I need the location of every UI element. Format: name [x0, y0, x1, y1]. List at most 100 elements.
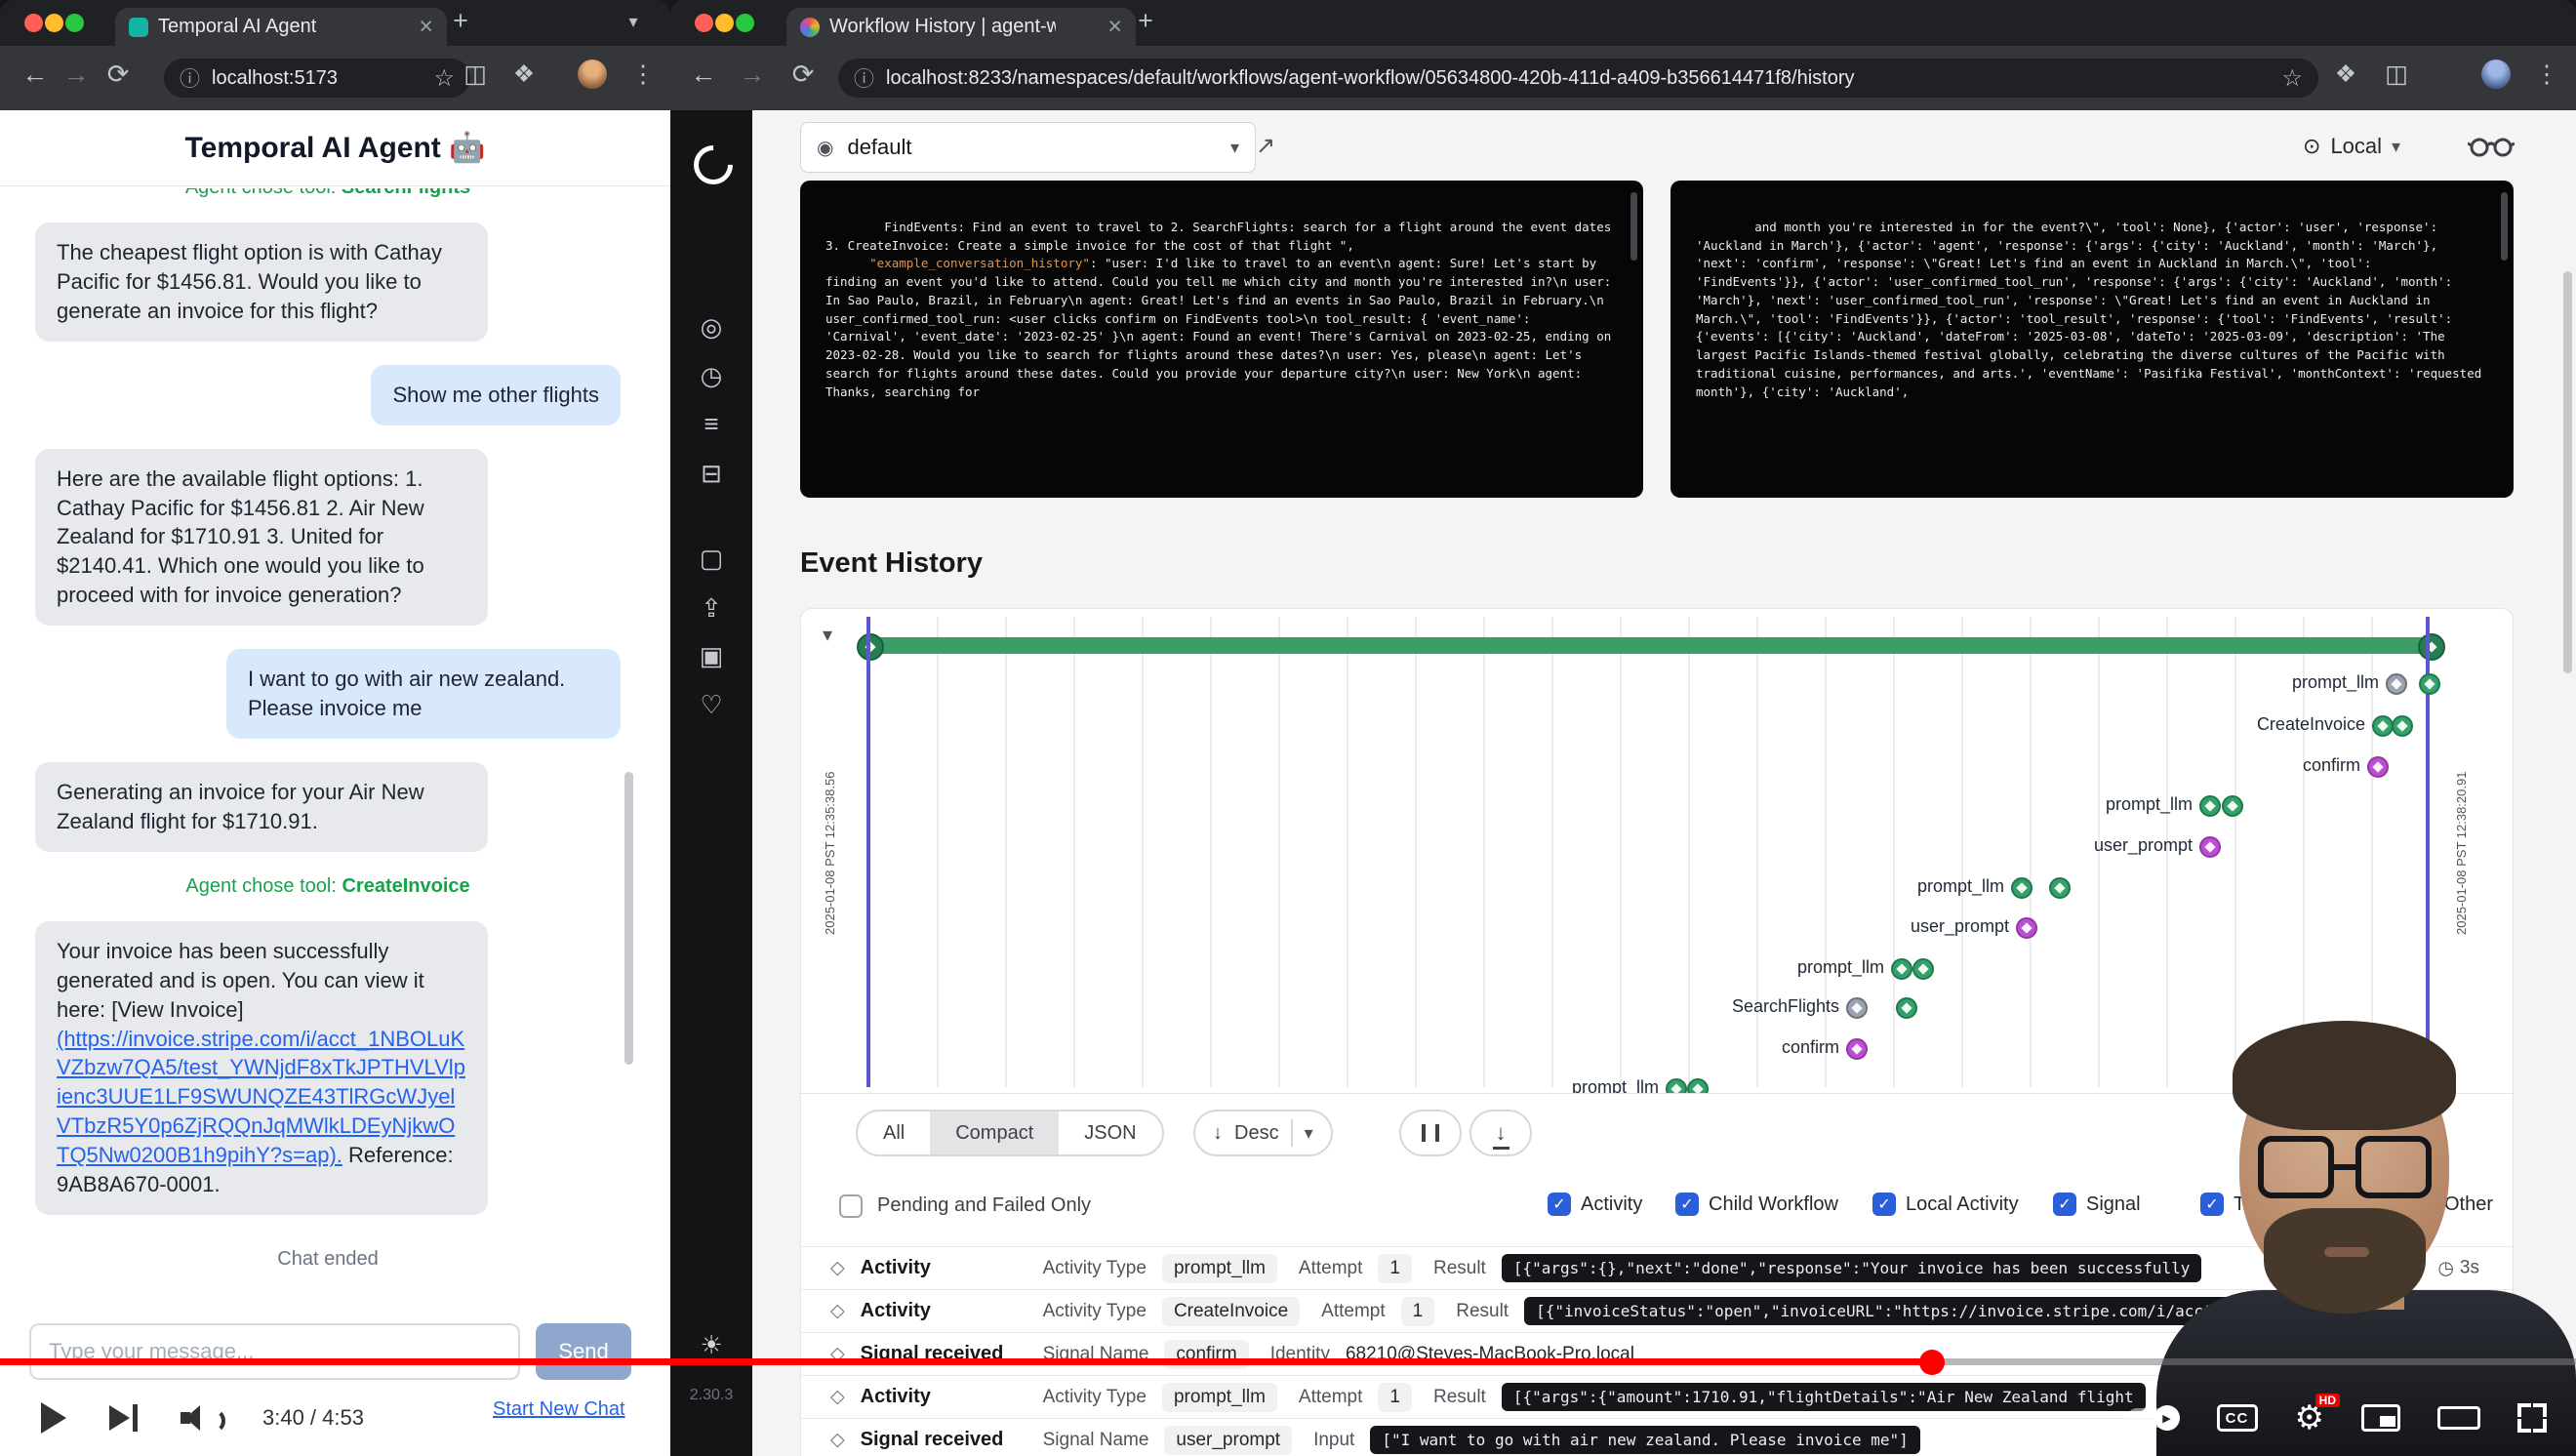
minimize-window-button[interactable] [45, 14, 63, 32]
timeline-event-marker[interactable] [1666, 1078, 1687, 1093]
timeline-event-marker[interactable] [1846, 1038, 1868, 1060]
timeline-event-marker[interactable] [2367, 756, 2389, 778]
send-button[interactable]: Send [536, 1323, 631, 1380]
reload-icon[interactable]: ⟳ [101, 60, 136, 90]
cluster-select[interactable]: ⊙ Local ▾ [2303, 122, 2400, 171]
checkbox-checked[interactable]: ✓ [1872, 1193, 1896, 1216]
timeline-event-marker[interactable] [2419, 673, 2440, 695]
open-namespace-icon[interactable]: ↗ [1256, 132, 1275, 160]
extensions-icon[interactable]: ❖ [2329, 60, 2362, 89]
download-history-button[interactable]: ↓ [1469, 1110, 1532, 1156]
address-bar[interactable]: ⓘ localhost:5173 ☆ [164, 59, 470, 98]
timeline-event-marker[interactable] [1896, 997, 1917, 1019]
archive-icon[interactable]: ⊟ [670, 459, 752, 489]
browser-tab[interactable]: Workflow History | agent-wor × [786, 8, 1136, 46]
event-type-filter[interactable]: ✓Activity [1548, 1193, 1642, 1216]
event-type-filter[interactable]: ✓Local Activity [1872, 1193, 2019, 1216]
start-new-chat-link[interactable]: Start New Chat [493, 1398, 625, 1421]
expand-row-icon[interactable]: ◇ [830, 1300, 845, 1322]
new-tab-button[interactable]: + [444, 6, 477, 36]
progress-scrubber[interactable] [1919, 1350, 1945, 1375]
autoplay-toggle[interactable]: ▶ [2127, 1408, 2180, 1428]
tab-close-icon[interactable]: × [419, 15, 433, 39]
page-scrollbar[interactable] [2563, 271, 2572, 673]
menu-kebab-icon[interactable]: ⋮ [626, 60, 660, 89]
timeline-event-marker[interactable] [2222, 795, 2243, 817]
site-info-icon[interactable]: ⓘ [854, 63, 874, 93]
close-window-button[interactable] [695, 14, 713, 32]
message-input[interactable] [29, 1323, 520, 1380]
image-icon[interactable]: ▣ [670, 641, 752, 671]
volume-icon[interactable] [181, 1403, 220, 1433]
address-bar[interactable]: ⓘ localhost:8233/namespaces/default/work… [838, 59, 2318, 98]
data-encoder-glasses-icon[interactable] [2468, 134, 2515, 164]
timeline-event-marker[interactable] [2049, 877, 2071, 899]
side-panel-icon[interactable]: ◫ [459, 60, 492, 89]
miniplayer-icon[interactable] [2361, 1404, 2400, 1432]
theater-mode-icon[interactable] [2437, 1406, 2480, 1430]
timeline-event-marker[interactable] [2386, 673, 2407, 695]
expand-row-icon[interactable]: ◇ [830, 1429, 845, 1451]
timeline-event-marker[interactable] [1687, 1078, 1709, 1093]
layers-icon[interactable]: ≡ [670, 409, 752, 439]
upload-icon[interactable]: ⇪ [670, 593, 752, 624]
close-window-button[interactable] [24, 14, 43, 32]
play-icon[interactable] [41, 1402, 66, 1434]
browser-tab[interactable]: Temporal AI Agent × [115, 8, 447, 46]
site-info-icon[interactable]: ⓘ [180, 63, 200, 93]
captions-icon[interactable]: CC [2217, 1404, 2258, 1432]
next-video-icon[interactable] [109, 1404, 138, 1432]
expand-row-icon[interactable]: ◇ [830, 1386, 845, 1408]
profile-avatar[interactable] [2481, 60, 2511, 89]
theme-toggle-icon[interactable]: ☀ [670, 1330, 752, 1360]
zoom-window-button[interactable] [736, 14, 754, 32]
timeline-event-marker[interactable] [1912, 958, 1934, 980]
reload-icon[interactable]: ⟳ [785, 60, 821, 90]
back-icon[interactable]: ← [18, 60, 53, 90]
event-type-filter[interactable]: ✓Signal [2053, 1193, 2141, 1216]
checkbox-checked[interactable]: ✓ [1675, 1193, 1699, 1216]
clock-icon[interactable]: ◷ [670, 361, 752, 391]
new-tab-button[interactable]: + [1129, 6, 1162, 36]
bookmark-star-icon[interactable]: ☆ [2281, 64, 2303, 93]
namespace-select[interactable]: ◉ default ▾ [800, 122, 1256, 173]
settings-gear-icon[interactable]: ⚙HD [2295, 1401, 2324, 1435]
timeline-event-marker[interactable] [1891, 958, 1912, 980]
expand-row-icon[interactable]: ◇ [830, 1257, 845, 1279]
timeline-event-marker[interactable] [1846, 997, 1868, 1019]
timeline-event-marker[interactable] [2199, 836, 2221, 858]
sort-order-button[interactable]: ↓ Desc ▾ [1193, 1110, 1333, 1156]
cube-icon[interactable]: ▢ [670, 544, 752, 574]
panel-scrollbar[interactable] [2501, 192, 2508, 261]
tab-search-icon[interactable]: ▾ [617, 12, 650, 32]
compass-icon[interactable]: ◎ [670, 312, 752, 343]
tab-compact[interactable]: Compact [930, 1112, 1059, 1154]
heart-icon[interactable]: ♡ [670, 690, 752, 720]
timeline-event-marker[interactable] [2392, 715, 2413, 737]
pending-failed-checkbox[interactable] [839, 1194, 863, 1218]
timeline-event-marker[interactable] [2199, 795, 2221, 817]
tab-all[interactable]: All [858, 1112, 930, 1154]
minimize-window-button[interactable] [715, 14, 734, 32]
timeline-event-marker[interactable] [2372, 715, 2394, 737]
profile-avatar[interactable] [578, 60, 607, 89]
checkbox-checked[interactable]: ✓ [2053, 1193, 2076, 1216]
fullscreen-icon[interactable] [2517, 1403, 2547, 1433]
back-icon[interactable]: ← [686, 60, 721, 90]
workflow-input-panel[interactable]: FindEvents: Find an event to travel to 2… [800, 181, 1643, 498]
forward-icon[interactable]: → [735, 60, 770, 90]
tab-json[interactable]: JSON [1059, 1112, 1161, 1154]
tab-close-icon[interactable]: × [1107, 15, 1122, 39]
chat-scrollbar[interactable] [624, 772, 633, 1065]
forward-icon[interactable]: → [59, 60, 94, 90]
pause-autorefresh-button[interactable] [1399, 1110, 1462, 1156]
extensions-icon[interactable]: ❖ [507, 60, 541, 89]
timeline-event-marker[interactable] [2011, 877, 2033, 899]
bookmark-star-icon[interactable]: ☆ [433, 64, 455, 93]
panel-scrollbar[interactable] [1630, 192, 1637, 261]
video-progress-bar[interactable] [0, 1358, 2576, 1365]
timeline-event-marker[interactable] [2016, 917, 2037, 939]
side-panel-icon[interactable]: ◫ [2380, 60, 2413, 89]
menu-kebab-icon[interactable]: ⋮ [2530, 60, 2563, 89]
workflow-result-panel[interactable]: and month you're interested in for the e… [1670, 181, 2514, 498]
